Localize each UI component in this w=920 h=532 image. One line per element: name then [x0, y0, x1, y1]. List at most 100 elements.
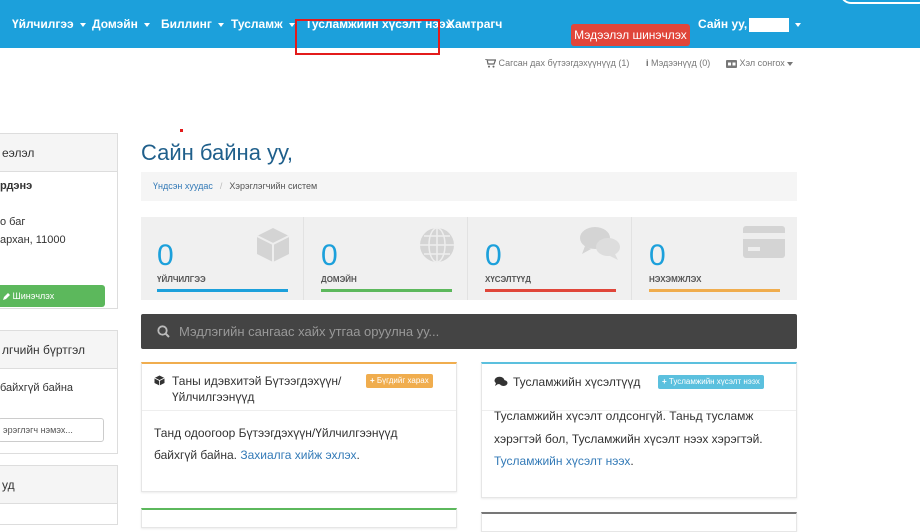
credit-card-icon	[743, 226, 785, 258]
search-icon	[157, 325, 170, 338]
new-contact-button[interactable]: эрэглэгч нэмэх...	[0, 418, 104, 442]
open-ticket-label: Тусламжийн хүсэлт нээх	[668, 377, 760, 386]
products-body-text: байхгүй байна.	[154, 448, 237, 462]
notifications-link[interactable]: i Мэдээнүүд (0)	[646, 58, 710, 68]
nav-billing-label: Биллинг	[161, 17, 212, 31]
stat-services-value: 0	[157, 239, 174, 272]
products-title-line1: Таны идэвхитэй Бүтээгдэхүүн/	[172, 374, 342, 388]
sidebar-shortcuts-title: уд	[0, 466, 117, 504]
language-icon	[726, 59, 737, 68]
products-panel: Таны идэвхитэй Бүтээгдэхүүн/ Үйлчилгээнү…	[141, 362, 457, 492]
nav-support-label: Тусламж	[231, 17, 283, 31]
greeting-label: Сайн уу,	[698, 17, 748, 31]
nav-domains-label: Домэйн	[92, 17, 138, 31]
chevron-down-icon	[795, 22, 802, 27]
nav-services-label: Үйлчилгээ	[12, 17, 74, 31]
shopping-cart-icon	[485, 58, 497, 68]
cube-icon	[256, 228, 290, 262]
tickets-panel-title: Тусламжийн хүсэлтүүд	[513, 375, 641, 389]
username-redacted	[749, 17, 790, 32]
breadcrumb-home-link[interactable]: Үндсэн хуудас	[153, 181, 213, 191]
tickets-body-line3: Тусламжийн хүсэлт нээх.	[494, 450, 763, 473]
tickets-body-period: .	[630, 454, 634, 468]
notifications-label: Мэдээнүүд (0)	[651, 58, 711, 68]
knowledgebase-search-bar[interactable]: Мэдлэгийн сангаас хайх утгаа оруулна уу.…	[141, 314, 797, 349]
stat-tile-invoices[interactable]: 0 НЭХЭМЖЛЭХ	[633, 217, 796, 300]
navbar-corner-button[interactable]	[840, 0, 920, 4]
breadcrumb-current: Хэрэглэгчийн систем	[229, 181, 318, 191]
products-panel-header: Таны идэвхитэй Бүтээгдэхүүн/ Үйлчилгээнү…	[142, 364, 456, 411]
breadcrumb: Үндсэн хуудас / Хэрэглэгчийн систем	[141, 172, 797, 201]
comments-icon	[580, 227, 620, 260]
products-body-line1: Танд одоогоор Бүтээгдэхүүн/Үйлчилгээнүүд	[154, 426, 398, 440]
stat-domains-value: 0	[321, 239, 338, 272]
tickets-panel: Тусламжийн хүсэлтүүд + Тусламжийн хүсэлт…	[481, 362, 797, 498]
stat-tickets-bar	[485, 289, 616, 292]
plus-icon: +	[662, 377, 667, 386]
chevron-down-icon	[288, 22, 295, 27]
stat-tile-domains[interactable]: 0 ДОМЭЙН	[305, 217, 468, 300]
view-all-button[interactable]: + Бүгдийг харах	[366, 374, 433, 388]
top-navbar: Үйлчилгээ Домэйн Биллинг Тусламж Тусламж…	[0, 0, 920, 48]
page-title: Сайн байна уу,	[141, 140, 293, 165]
sidebar-update-label: Шинэчлэх	[12, 291, 55, 301]
stat-invoices-bar	[649, 289, 780, 292]
products-body-period: .	[356, 448, 360, 462]
plus-icon: +	[370, 376, 375, 385]
breadcrumb-separator: /	[219, 181, 223, 191]
cart-link[interactable]: Сагсан дах бүтээгдэхүүнүүд (1)	[485, 58, 629, 68]
products-panel-body: Танд одоогоор Бүтээгдэхүүн/Үйлчилгээнүүд…	[154, 422, 398, 466]
tickets-body-line2: хэрэгтэй бол, Тусламжийн хүсэлт нээх хэр…	[494, 431, 763, 446]
stat-domains-label: ДОМЭЙН	[321, 275, 357, 284]
nav-services[interactable]: Үйлчилгээ	[12, 0, 86, 48]
start-order-link[interactable]: Захиалга хийж эхлэх	[240, 448, 356, 462]
chevron-down-icon	[143, 22, 150, 27]
cart-label: Сагсан дах бүтээгдэхүүнүүд (1)	[498, 58, 630, 68]
sidebar-address-line1: о баг	[0, 216, 26, 228]
stat-domains-bar	[321, 289, 452, 292]
sidebar-update-button[interactable]: Шинэчлэх	[0, 285, 105, 307]
sidebar-contacts-title: лгчийн бүртгэл	[0, 331, 117, 369]
nav-domains[interactable]: Домэйн	[92, 0, 150, 48]
open-ticket-link[interactable]: Тусламжийн хүсэлт нээх	[494, 454, 630, 468]
chevron-down-icon	[217, 22, 224, 27]
search-input[interactable]: Мэдлэгийн сангаас хайх утгаа оруулна уу.…	[179, 314, 439, 349]
nav-affiliates-label: Хамтрагч	[447, 17, 503, 31]
annotation-dot	[180, 129, 183, 132]
stat-invoices-label: НЭХЭМЖЛЭХ	[649, 275, 702, 284]
info-icon: i	[646, 58, 649, 68]
pencil-icon	[3, 292, 10, 300]
next-panel-right	[481, 512, 797, 532]
stat-tickets-label: ХҮСЭЛТҮҮД	[485, 275, 531, 284]
open-ticket-button[interactable]: + Тусламжийн хүсэлт нээх	[658, 375, 764, 389]
nav-support[interactable]: Тусламж	[231, 0, 295, 48]
sidebar-shortcuts-panel: уд	[0, 465, 118, 525]
stat-tickets-value: 0	[485, 239, 502, 272]
tickets-panel-header: Тусламжийн хүсэлтүүд + Тусламжийн хүсэлт…	[482, 364, 796, 411]
cube-icon	[154, 375, 165, 386]
products-title-line2: Үйлчилгээнүүд	[172, 390, 255, 404]
nav-billing[interactable]: Биллинг	[161, 0, 224, 48]
tickets-body-line1: Тусламжийн хүсэлт олдсонгүй. Таньд тусла…	[494, 409, 754, 423]
sidebar-client-name: рдэнэ	[0, 180, 33, 192]
view-all-label: Бүгдийг харах	[376, 376, 429, 385]
highlight-annotation	[295, 19, 440, 55]
stat-invoices-value: 0	[649, 239, 666, 272]
chevron-down-icon	[787, 61, 794, 66]
sidebar-no-contacts: байхгүй байна	[0, 382, 74, 394]
nav-account-menu[interactable]: Сайн уу,	[698, 0, 802, 48]
stats-tiles: 0 ҮЙЛЧИЛГЭЭ 0 ДОМЭЙН 0 ХҮСЭЛТҮҮД 0 НЭХЭМ…	[141, 217, 797, 300]
products-body-line2: байхгүй байна. Захиалга хийж эхлэх.	[154, 444, 398, 466]
sidebar-info-title: еэлэл	[0, 134, 117, 172]
globe-icon	[420, 227, 454, 263]
stat-services-bar	[157, 289, 288, 292]
language-select[interactable]: Хэл сонгох	[726, 58, 794, 68]
nav-affiliates[interactable]: Хамтрагч	[447, 0, 502, 48]
stat-tile-services[interactable]: 0 ҮЙЛЧИЛГЭЭ	[141, 217, 304, 300]
comments-icon	[494, 376, 508, 386]
update-info-button[interactable]: Мэдээлэл шинэчлэх	[571, 24, 690, 46]
stat-tile-tickets[interactable]: 0 ХҮСЭЛТҮҮД	[469, 217, 632, 300]
chevron-down-icon	[79, 22, 86, 27]
language-label: Хэл сонгох	[739, 58, 785, 68]
sidebar-address-line2: архан, 11000	[0, 234, 66, 246]
